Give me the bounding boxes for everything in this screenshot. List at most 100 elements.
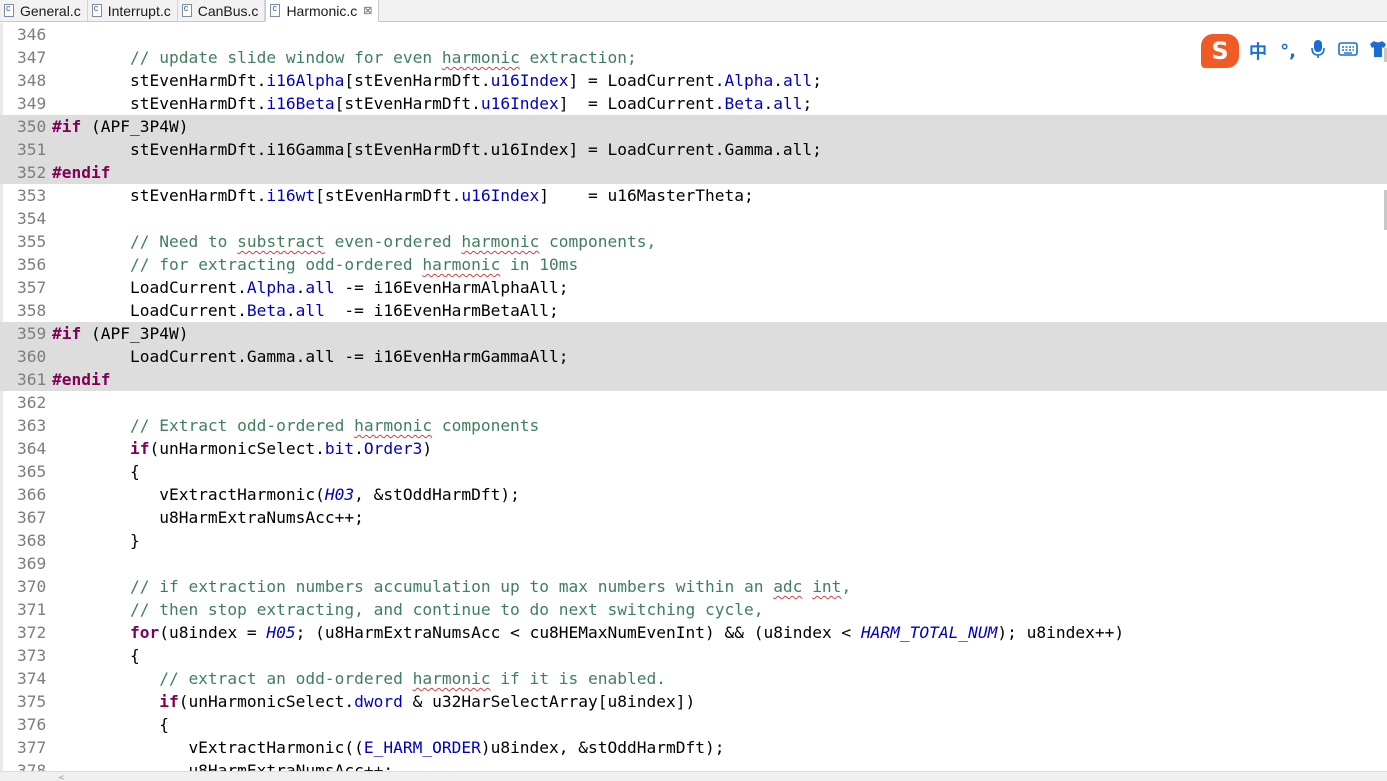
tab-interrupt-c[interactable]: Interrupt.c bbox=[88, 0, 178, 21]
line-number: 369 bbox=[17, 554, 47, 573]
code-line[interactable]: 377 vExtractHarmonic((E_HARM_ORDER)u8ind… bbox=[0, 736, 1387, 759]
comment-token: harmonic bbox=[422, 255, 501, 274]
code-line[interactable]: 366 vExtractHarmonic(H03, &stOddHarmDft)… bbox=[0, 483, 1387, 506]
code-line[interactable]: 356 // for extracting odd-ordered harmon… bbox=[0, 253, 1387, 276]
code-line[interactable]: 357 LoadCurrent.Alpha.all -= i16EvenHarm… bbox=[0, 276, 1387, 299]
microphone-icon[interactable] bbox=[1307, 39, 1329, 64]
comment-token: // Need to bbox=[129, 232, 238, 251]
code-text: // then stop extracting, and continue to… bbox=[52, 598, 763, 621]
code-line[interactable]: 353 stEvenHarmDft.i16wt[stEvenHarmDft.u1… bbox=[0, 184, 1387, 207]
ime-toolbar: S 中 °, bbox=[1201, 34, 1387, 68]
code-line[interactable]: 363 // Extract odd-ordered harmonic comp… bbox=[0, 414, 1387, 437]
line-number: 355 bbox=[17, 232, 47, 251]
tab-general-c[interactable]: General.c bbox=[0, 0, 88, 21]
field-token: i16Beta bbox=[266, 94, 335, 113]
macro-token: H05 bbox=[266, 623, 296, 642]
code-line[interactable]: 347 // update slide window for even harm… bbox=[0, 46, 1387, 69]
code-token: stEvenHarmDft.i16Gamma[stEvenHarmDft.u16… bbox=[52, 140, 822, 159]
code-line[interactable]: 361 #endif bbox=[0, 368, 1387, 391]
code-text: // Need to substract even-ordered harmon… bbox=[52, 230, 656, 253]
code-text: // extract an odd-ordered harmonic if it… bbox=[52, 667, 666, 690]
comment-token: even-ordered bbox=[324, 232, 462, 251]
code-line[interactable]: 358 LoadCurrent.Beta.all -= i16EvenHarmB… bbox=[0, 299, 1387, 322]
tab-label: Interrupt.c bbox=[107, 2, 171, 19]
code-line[interactable]: 365 { bbox=[0, 460, 1387, 483]
sogou-logo-icon[interactable]: S bbox=[1201, 34, 1239, 68]
close-tab-icon[interactable]: ⊠ bbox=[363, 4, 372, 17]
field-token: i16Alpha bbox=[266, 71, 345, 90]
field-token: u16Index bbox=[461, 186, 540, 205]
code-line[interactable]: 371 // then stop extracting, and continu… bbox=[0, 598, 1387, 621]
line-number: 368 bbox=[17, 531, 47, 550]
code-line[interactable]: 372 for(u8index = H05; (u8HarmExtraNumsA… bbox=[0, 621, 1387, 644]
code-token: LoadCurrent. bbox=[52, 278, 247, 297]
code-token: . bbox=[295, 278, 306, 297]
code-token: { bbox=[52, 646, 140, 665]
horizontal-scrollbar[interactable]: < bbox=[0, 771, 1387, 781]
code-token: stEvenHarmDft. bbox=[52, 71, 267, 90]
code-line[interactable]: 370 // if extraction numbers accumulatio… bbox=[0, 575, 1387, 598]
line-number: 363 bbox=[17, 416, 47, 435]
tab-label: CanBus.c bbox=[197, 2, 259, 19]
code-text: u8HarmExtraNumsAcc++; bbox=[52, 506, 364, 529]
keyboard-icon[interactable] bbox=[1337, 41, 1359, 62]
scroll-left-icon[interactable]: < bbox=[58, 773, 65, 781]
code-text: #if (APF_3P4W) bbox=[52, 322, 188, 345]
comment-token: adc bbox=[773, 577, 803, 596]
line-number: 357 bbox=[17, 278, 47, 297]
ime-punctuation-toggle[interactable]: °, bbox=[1277, 41, 1299, 62]
comment-token: // then stop extracting, and continue to… bbox=[129, 600, 764, 619]
code-line[interactable]: 352 #endif bbox=[0, 161, 1387, 184]
comment-token: components, bbox=[539, 232, 657, 251]
ime-language-toggle[interactable]: 中 bbox=[1247, 38, 1269, 64]
code-line[interactable]: 376 { bbox=[0, 713, 1387, 736]
code-line[interactable]: 346 bbox=[0, 23, 1387, 46]
code-line[interactable]: 351 stEvenHarmDft.i16Gamma[stEvenHarmDft… bbox=[0, 138, 1387, 161]
code-line[interactable]: 368 } bbox=[0, 529, 1387, 552]
tab-harmonic-c[interactable]: Harmonic.c ⊠ bbox=[265, 0, 380, 22]
comment-token: , bbox=[841, 577, 852, 596]
code-line[interactable]: 350 #if (APF_3P4W) bbox=[0, 115, 1387, 138]
field-token: Order3 bbox=[363, 439, 423, 458]
code-line[interactable]: 348 stEvenHarmDft.i16Alpha[stEvenHarmDft… bbox=[0, 69, 1387, 92]
code-text: stEvenHarmDft.i16wt[stEvenHarmDft.u16Ind… bbox=[52, 184, 754, 207]
line-number: 360 bbox=[17, 347, 47, 366]
code-line[interactable]: 360 LoadCurrent.Gamma.all -= i16EvenHarm… bbox=[0, 345, 1387, 368]
macro-token: HARM_TOTAL_NUM bbox=[860, 623, 998, 642]
code-token: u8HarmExtraNumsAcc++; bbox=[52, 761, 394, 771]
shirt-icon[interactable] bbox=[1367, 40, 1387, 63]
line-number: 348 bbox=[17, 71, 47, 90]
code-line[interactable]: 374 // extract an odd-ordered harmonic i… bbox=[0, 667, 1387, 690]
code-line[interactable]: 362 bbox=[0, 391, 1387, 414]
code-line[interactable]: 359 #if (APF_3P4W) bbox=[0, 322, 1387, 345]
line-number: 353 bbox=[17, 186, 47, 205]
line-number: 372 bbox=[17, 623, 47, 642]
code-line[interactable]: 367 u8HarmExtraNumsAcc++; bbox=[0, 506, 1387, 529]
code-text: vExtractHarmonic(H03, &stOddHarmDft); bbox=[52, 483, 520, 506]
code-token: [stEvenHarmDft. bbox=[315, 186, 462, 205]
field-token: all bbox=[773, 94, 803, 113]
code-line[interactable]: 378 u8HarmExtraNumsAcc++; bbox=[0, 759, 1387, 771]
code-text: #endif bbox=[52, 161, 110, 184]
line-number: 356 bbox=[17, 255, 47, 274]
code-editor[interactable]: 346 347 // update slide window for even h… bbox=[0, 23, 1387, 771]
code-line[interactable]: 349 stEvenHarmDft.i16Beta[stEvenHarmDft.… bbox=[0, 92, 1387, 115]
code-line[interactable]: 375 if(unHarmonicSelect.dword & u32HarSe… bbox=[0, 690, 1387, 713]
macro-token: H03 bbox=[324, 485, 355, 504]
code-text: LoadCurrent.Alpha.all -= i16EvenHarmAlph… bbox=[52, 276, 569, 299]
comment-token: in 10ms bbox=[500, 255, 579, 274]
tab-label: General.c bbox=[20, 2, 81, 19]
code-token: { bbox=[52, 462, 140, 481]
code-text: // for extracting odd-ordered harmonic i… bbox=[52, 253, 578, 276]
code-line[interactable]: 369 bbox=[0, 552, 1387, 575]
keyword-token: if bbox=[159, 692, 179, 711]
field-token: Beta bbox=[246, 301, 286, 320]
code-line[interactable]: 354 bbox=[0, 207, 1387, 230]
code-line[interactable]: 373 { bbox=[0, 644, 1387, 667]
code-line[interactable]: 355 // Need to substract even-ordered ha… bbox=[0, 230, 1387, 253]
code-line[interactable]: 364 if(unHarmonicSelect.bit.Order3) bbox=[0, 437, 1387, 460]
line-number: 359 bbox=[17, 324, 47, 343]
tab-canbus-c[interactable]: CanBus.c bbox=[178, 0, 266, 21]
